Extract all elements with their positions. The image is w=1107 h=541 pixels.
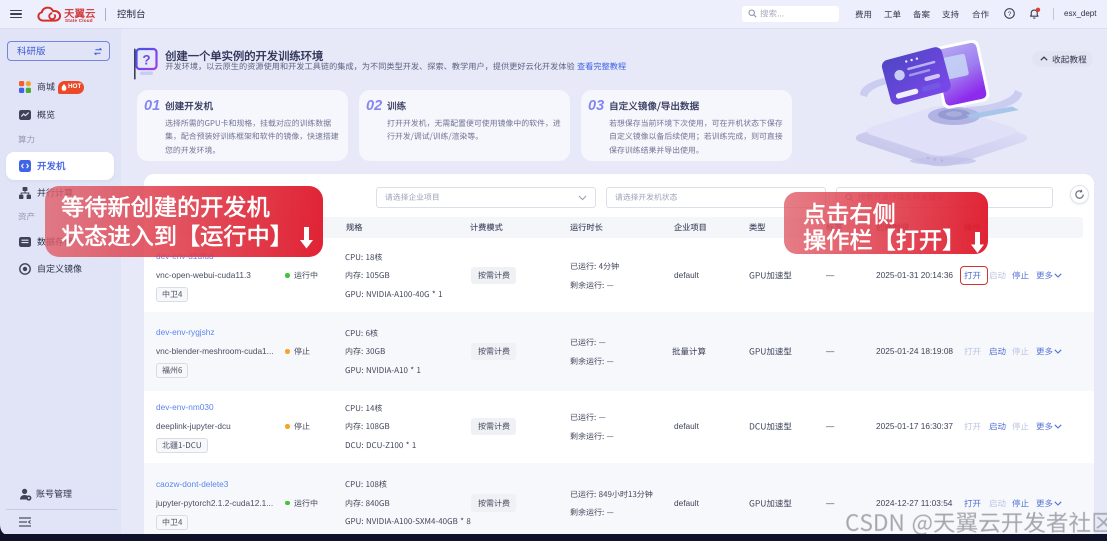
svg-text:?: ? — [1008, 11, 1012, 18]
svg-text:?: ? — [142, 53, 150, 68]
